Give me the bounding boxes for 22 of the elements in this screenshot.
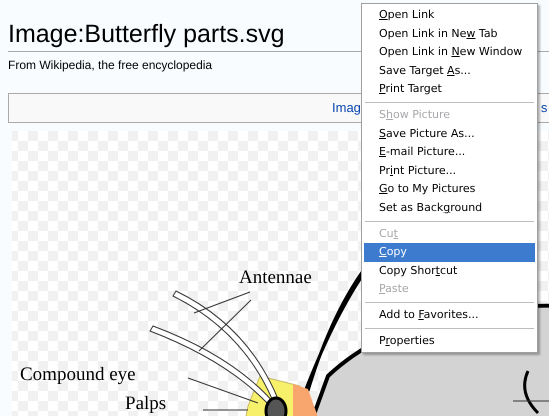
menu-item[interactable]: Save Picture As... bbox=[364, 124, 535, 144]
tab-link[interactable]: s bbox=[540, 98, 548, 118]
page-subtitle: From Wikipedia, the free encyclopedia bbox=[8, 57, 212, 74]
menu-item[interactable]: Save Target As... bbox=[364, 62, 535, 80]
menu-item[interactable]: Print Picture... bbox=[364, 162, 535, 180]
menu-item[interactable]: Open Link bbox=[364, 6, 535, 25]
menu-item[interactable]: Open Link in New Window bbox=[364, 43, 535, 62]
menu-item[interactable]: Properties bbox=[364, 332, 535, 350]
menu-item[interactable]: Go to My Pictures bbox=[364, 180, 535, 199]
menu-item[interactable]: Copy Shortcut bbox=[364, 262, 535, 280]
menu-item[interactable]: E-mail Picture... bbox=[364, 143, 535, 162]
menu-item[interactable]: Set as Background bbox=[364, 198, 535, 218]
diagram-label: Palps bbox=[125, 393, 166, 414]
diagram-label: Compound eye bbox=[20, 364, 136, 385]
menu-item[interactable]: Add to Favorites... bbox=[364, 306, 535, 324]
menu-item[interactable]: Print Target bbox=[364, 80, 535, 99]
menu-item[interactable]: Copy bbox=[364, 243, 535, 262]
leader-line bbox=[188, 378, 258, 404]
tab-link[interactable]: Imag bbox=[332, 98, 361, 118]
menu-item[interactable]: Open Link in New Tab bbox=[364, 24, 535, 44]
diagram-label: Antennae bbox=[239, 267, 312, 288]
leader-line bbox=[512, 400, 549, 402]
